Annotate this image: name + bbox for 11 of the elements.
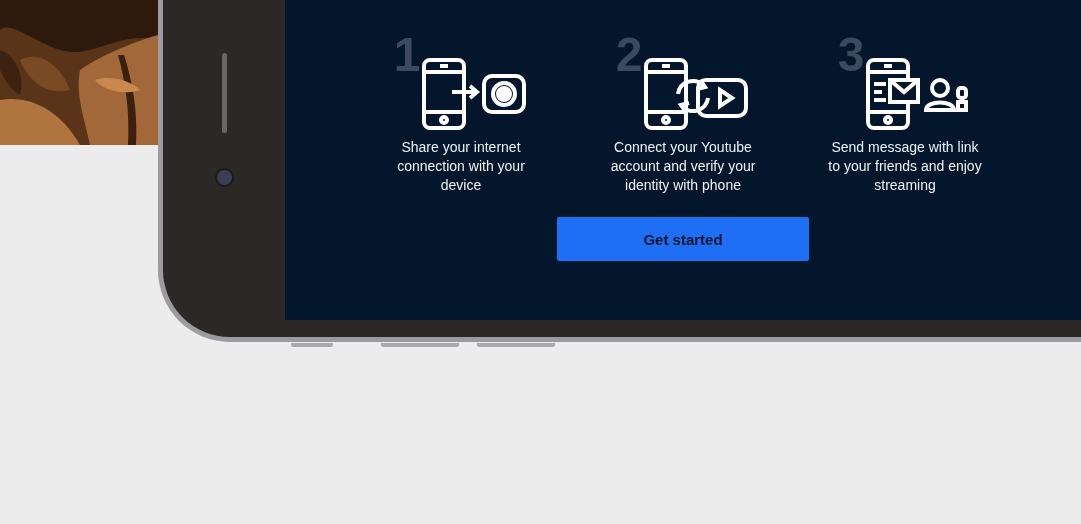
step-number: 3 xyxy=(837,30,865,80)
get-started-button[interactable]: Get started xyxy=(557,217,809,261)
phone-sync-play-icon xyxy=(644,58,751,130)
phone-arrow-target-icon xyxy=(422,58,529,130)
step-description: Share your internet connection with your device xyxy=(396,138,526,195)
camera-icon xyxy=(214,168,234,187)
step-description: Send message with link to your friends and enjoy streaming xyxy=(827,138,983,195)
step-number: 2 xyxy=(615,30,643,80)
step-number: 1 xyxy=(393,30,421,80)
speaker-icon xyxy=(221,53,227,133)
step-description: Connect your Youtube account and verify your identity with phone xyxy=(609,138,757,195)
